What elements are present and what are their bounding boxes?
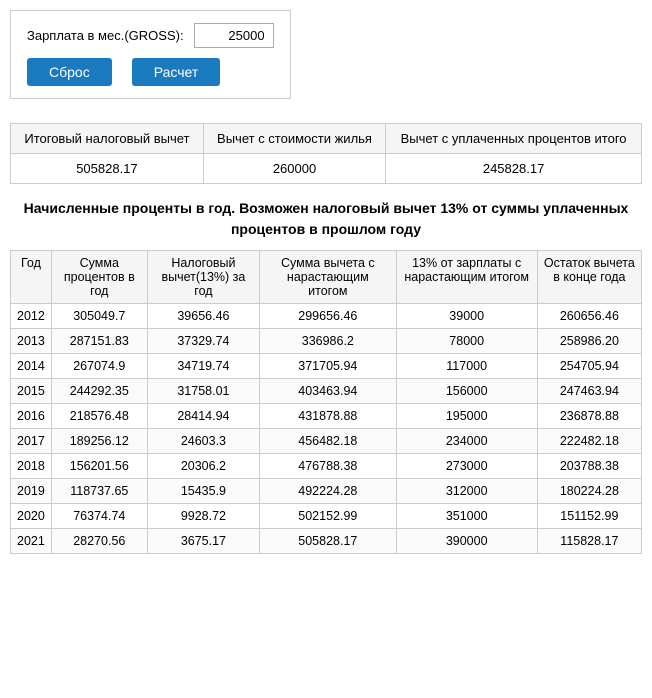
table-row: 202128270.563675.17505828.17390000115828…	[11, 529, 642, 554]
table-cell: 267074.9	[51, 354, 147, 379]
table-cell: 336986.2	[260, 329, 397, 354]
table-cell: 3675.17	[147, 529, 259, 554]
summary-col3-value: 245828.17	[386, 154, 642, 184]
table-cell: 39000	[396, 304, 537, 329]
table-cell: 2014	[11, 354, 52, 379]
summary-col1-value: 505828.17	[11, 154, 204, 184]
table-cell: 2017	[11, 429, 52, 454]
table-cell: 492224.28	[260, 479, 397, 504]
table-cell: 34719.74	[147, 354, 259, 379]
calc-button[interactable]: Расчет	[132, 58, 221, 86]
table-cell: 39656.46	[147, 304, 259, 329]
salary-label: Зарплата в мес.(GROSS):	[27, 28, 184, 43]
table-cell: 273000	[396, 454, 537, 479]
table-cell: 2021	[11, 529, 52, 554]
table-cell: 28270.56	[51, 529, 147, 554]
table-cell: 476788.38	[260, 454, 397, 479]
table-cell: 2019	[11, 479, 52, 504]
table-cell: 502152.99	[260, 504, 397, 529]
table-cell: 403463.94	[260, 379, 397, 404]
table-cell: 351000	[396, 504, 537, 529]
salary-row: Зарплата в мес.(GROSS):	[27, 23, 274, 48]
table-cell: 299656.46	[260, 304, 397, 329]
table-cell: 218576.48	[51, 404, 147, 429]
table-cell: 31758.01	[147, 379, 259, 404]
table-cell: 260656.46	[537, 304, 641, 329]
table-cell: 20306.2	[147, 454, 259, 479]
col-header: Год	[11, 251, 52, 304]
table-cell: 195000	[396, 404, 537, 429]
summary-table: Итоговый налоговый вычет Вычет с стоимос…	[10, 123, 642, 184]
table-row: 2014267074.934719.74371705.9411700025470…	[11, 354, 642, 379]
table-cell: 115828.17	[537, 529, 641, 554]
table-cell: 2013	[11, 329, 52, 354]
table-row: 2017189256.1224603.3456482.1823400022248…	[11, 429, 642, 454]
table-cell: 2015	[11, 379, 52, 404]
table-cell: 28414.94	[147, 404, 259, 429]
col-header: 13% от зарплаты с нарастающим итогом	[396, 251, 537, 304]
table-cell: 2012	[11, 304, 52, 329]
table-row: 202076374.749928.72502152.99351000151152…	[11, 504, 642, 529]
table-cell: 15435.9	[147, 479, 259, 504]
main-table: ГодСумма процентов в годНалоговый вычет(…	[10, 250, 642, 554]
table-cell: 2016	[11, 404, 52, 429]
table-cell: 2018	[11, 454, 52, 479]
col-header: Налоговый вычет(13%) за год	[147, 251, 259, 304]
table-cell: 456482.18	[260, 429, 397, 454]
reset-button[interactable]: Сброс	[27, 58, 112, 86]
table-cell: 151152.99	[537, 504, 641, 529]
table-cell: 9928.72	[147, 504, 259, 529]
table-row: 2018156201.5620306.2476788.3827300020378…	[11, 454, 642, 479]
table-cell: 371705.94	[260, 354, 397, 379]
table-cell: 156201.56	[51, 454, 147, 479]
summary-col2-value: 260000	[203, 154, 385, 184]
table-row: 2015244292.3531758.01403463.941560002474…	[11, 379, 642, 404]
notice-text: Начисленные проценты в год. Возможен нал…	[10, 198, 642, 240]
col-header: Сумма процентов в год	[51, 251, 147, 304]
col-header: Остаток вычета в конце года	[537, 251, 641, 304]
summary-col3-header: Вычет с уплаченных процентов итого	[386, 124, 642, 154]
table-cell: 258986.20	[537, 329, 641, 354]
col-header: Сумма вычета с нарастающим итогом	[260, 251, 397, 304]
table-cell: 189256.12	[51, 429, 147, 454]
table-cell: 222482.18	[537, 429, 641, 454]
table-cell: 118737.65	[51, 479, 147, 504]
table-cell: 37329.74	[147, 329, 259, 354]
table-cell: 180224.28	[537, 479, 641, 504]
summary-col2-header: Вычет с стоимости жилья	[203, 124, 385, 154]
table-cell: 305049.7	[51, 304, 147, 329]
top-section: Зарплата в мес.(GROSS): Сброс Расчет	[10, 10, 291, 99]
table-cell: 117000	[396, 354, 537, 379]
table-cell: 287151.83	[51, 329, 147, 354]
table-cell: 390000	[396, 529, 537, 554]
table-cell: 431878.88	[260, 404, 397, 429]
salary-input[interactable]	[194, 23, 274, 48]
table-cell: 505828.17	[260, 529, 397, 554]
table-row: 2019118737.6515435.9492224.2831200018022…	[11, 479, 642, 504]
table-row: 2013287151.8337329.74336986.278000258986…	[11, 329, 642, 354]
table-cell: 203788.38	[537, 454, 641, 479]
table-cell: 78000	[396, 329, 537, 354]
table-cell: 254705.94	[537, 354, 641, 379]
table-cell: 312000	[396, 479, 537, 504]
table-cell: 244292.35	[51, 379, 147, 404]
table-cell: 236878.88	[537, 404, 641, 429]
table-cell: 2020	[11, 504, 52, 529]
table-cell: 156000	[396, 379, 537, 404]
table-cell: 234000	[396, 429, 537, 454]
table-cell: 247463.94	[537, 379, 641, 404]
table-row: 2012305049.739656.46299656.4639000260656…	[11, 304, 642, 329]
summary-col1-header: Итоговый налоговый вычет	[11, 124, 204, 154]
btn-row: Сброс Расчет	[27, 58, 274, 86]
table-row: 2016218576.4828414.94431878.881950002368…	[11, 404, 642, 429]
table-cell: 24603.3	[147, 429, 259, 454]
table-cell: 76374.74	[51, 504, 147, 529]
